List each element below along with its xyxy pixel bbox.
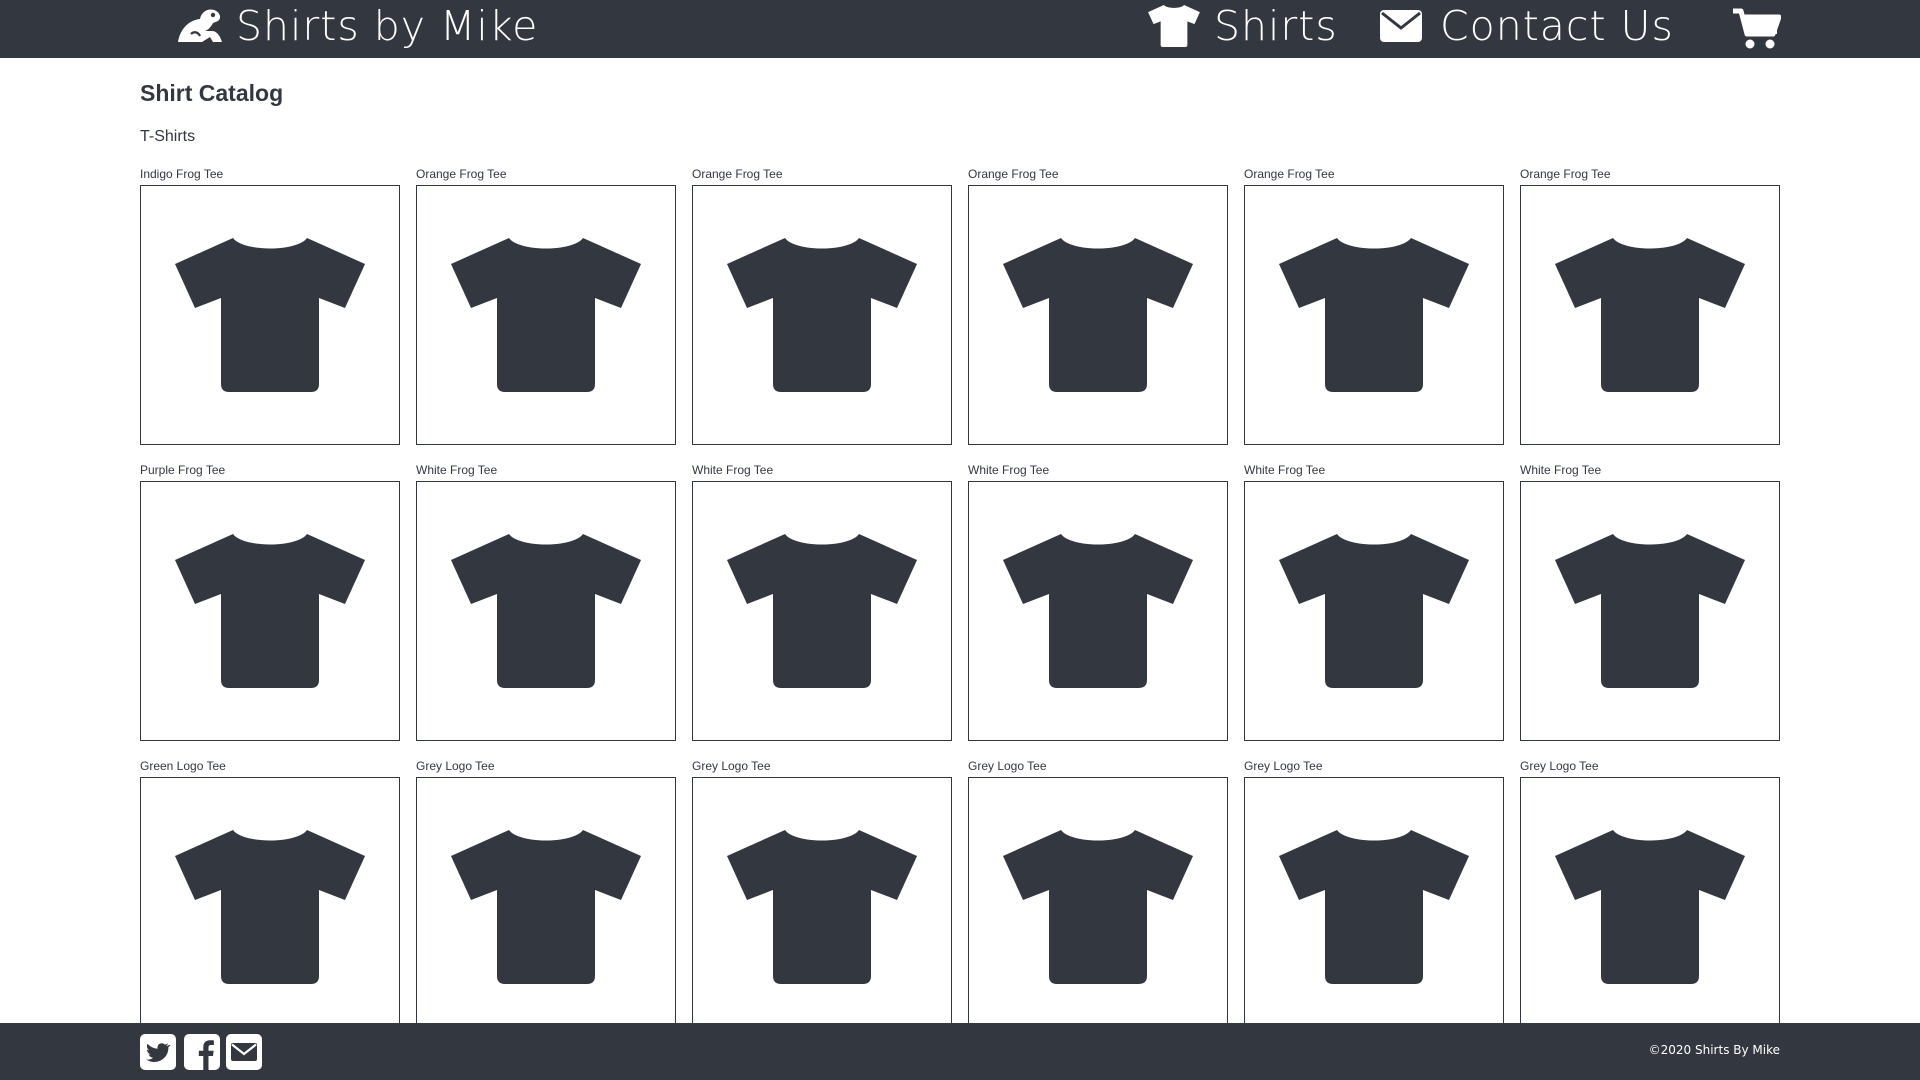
top-navbar: Shirts by Mike Shirts Contact Us: [0, 0, 1920, 58]
product-card[interactable]: Orange Frog Tee: [692, 165, 952, 445]
product-image[interactable]: [692, 481, 952, 741]
product-name: Orange Frog Tee: [1520, 167, 1611, 181]
product-image[interactable]: [1520, 185, 1780, 445]
product-card[interactable]: White Frog Tee: [1520, 461, 1780, 741]
category-heading: T-Shirts: [140, 128, 196, 145]
product-name: White Frog Tee: [416, 463, 498, 477]
page-title: Shirt Catalog: [140, 80, 284, 106]
product-name: Grey Logo Tee: [692, 759, 771, 773]
brand-name: Shirts by Mike: [236, 2, 539, 50]
product-image[interactable]: [692, 185, 952, 445]
product-image[interactable]: [968, 777, 1228, 1023]
tshirt-icon: [451, 534, 641, 688]
product-card[interactable]: White Frog Tee: [416, 461, 676, 741]
product-name: Orange Frog Tee: [1244, 167, 1335, 181]
tshirt-icon: [1279, 534, 1469, 688]
tshirt-icon: [727, 534, 917, 688]
tshirt-icon: [1555, 238, 1745, 392]
product-image[interactable]: [1520, 481, 1780, 741]
product-card[interactable]: Green Logo Tee: [140, 757, 400, 1023]
product-card[interactable]: White Frog Tee: [1244, 461, 1504, 741]
product-name: Grey Logo Tee: [416, 759, 495, 773]
nav-shirts-label: Shirts: [1214, 2, 1338, 50]
product-name: Orange Frog Tee: [416, 167, 507, 181]
product-name: Purple Frog Tee: [140, 463, 226, 477]
nav-shirts-link[interactable]: Shirts: [1148, 0, 1338, 52]
nav-contact-link[interactable]: Contact Us: [1380, 0, 1674, 52]
product-name: White Frog Tee: [692, 463, 774, 477]
tshirt-icon: [1279, 830, 1469, 984]
facebook-link[interactable]: [184, 1034, 220, 1070]
envelope-icon: [1380, 10, 1422, 42]
twitter-icon: [140, 1034, 176, 1070]
product-name: White Frog Tee: [968, 463, 1050, 477]
product-card[interactable]: Purple Frog Tee: [140, 461, 400, 741]
tshirt-icon: [727, 830, 917, 984]
nav-contact-label: Contact Us: [1440, 2, 1674, 50]
product-name: Green Logo Tee: [140, 759, 226, 773]
product-card[interactable]: Grey Logo Tee: [1244, 757, 1504, 1023]
tshirt-icon: [727, 238, 917, 392]
product-card[interactable]: Orange Frog Tee: [1244, 165, 1504, 445]
email-link[interactable]: [226, 1034, 262, 1070]
product-name: Grey Logo Tee: [1244, 759, 1323, 773]
product-image[interactable]: [1244, 185, 1504, 445]
product-card[interactable]: Orange Frog Tee: [416, 165, 676, 445]
tshirt-icon: [175, 830, 365, 984]
frog-icon: [178, 9, 222, 43]
product-card[interactable]: Indigo Frog Tee: [140, 165, 400, 445]
twitter-link[interactable]: [140, 1034, 176, 1070]
tshirt-icon: [1555, 830, 1745, 984]
email-icon: [226, 1034, 262, 1070]
product-name: Grey Logo Tee: [968, 759, 1047, 773]
product-card[interactable]: Grey Logo Tee: [416, 757, 676, 1023]
product-name: White Frog Tee: [1520, 463, 1602, 477]
product-card[interactable]: White Frog Tee: [968, 461, 1228, 741]
tshirt-icon: [1003, 830, 1193, 984]
tshirt-icon: [451, 830, 641, 984]
tshirt-icon: [451, 238, 641, 392]
product-image[interactable]: [140, 777, 400, 1023]
product-name: White Frog Tee: [1244, 463, 1326, 477]
tshirt-icon: [1003, 534, 1193, 688]
product-name: Orange Frog Tee: [968, 167, 1059, 181]
product-image[interactable]: [968, 185, 1228, 445]
product-image[interactable]: [692, 777, 952, 1023]
product-image[interactable]: [416, 777, 676, 1023]
product-card[interactable]: Orange Frog Tee: [1520, 165, 1780, 445]
tshirt-icon: [1555, 534, 1745, 688]
product-image[interactable]: [140, 481, 400, 741]
product-name: Orange Frog Tee: [692, 167, 783, 181]
product-name: Indigo Frog Tee: [140, 167, 224, 181]
product-image[interactable]: [416, 481, 676, 741]
product-name: Grey Logo Tee: [1520, 759, 1599, 773]
product-card[interactable]: White Frog Tee: [692, 461, 952, 741]
copyright: ©2020 Shirts By Mike: [1648, 1043, 1780, 1057]
product-image[interactable]: [416, 185, 676, 445]
product-card[interactable]: Orange Frog Tee: [968, 165, 1228, 445]
tshirt-icon: [175, 238, 365, 392]
tshirt-icon: [1279, 238, 1469, 392]
cart-icon: [1733, 8, 1782, 49]
product-image[interactable]: [1520, 777, 1780, 1023]
product-image[interactable]: [968, 481, 1228, 741]
product-image[interactable]: [140, 185, 400, 445]
product-card[interactable]: Grey Logo Tee: [1520, 757, 1780, 1023]
footer: ©2020 Shirts By Mike: [0, 1023, 1920, 1080]
product-image[interactable]: [1244, 777, 1504, 1023]
product-card[interactable]: Grey Logo Tee: [692, 757, 952, 1023]
facebook-icon: [184, 1034, 220, 1070]
product-image[interactable]: [1244, 481, 1504, 741]
product-grid: Indigo Frog Tee Orange Frog Tee Orange Fro…: [140, 165, 1782, 1023]
tshirt-icon: [1148, 5, 1200, 47]
tshirt-icon: [1003, 238, 1193, 392]
brand-link[interactable]: Shirts by Mike: [176, 0, 538, 52]
product-card[interactable]: Grey Logo Tee: [968, 757, 1228, 1023]
cart-button[interactable]: [1733, 8, 1782, 50]
tshirt-icon: [175, 534, 365, 688]
